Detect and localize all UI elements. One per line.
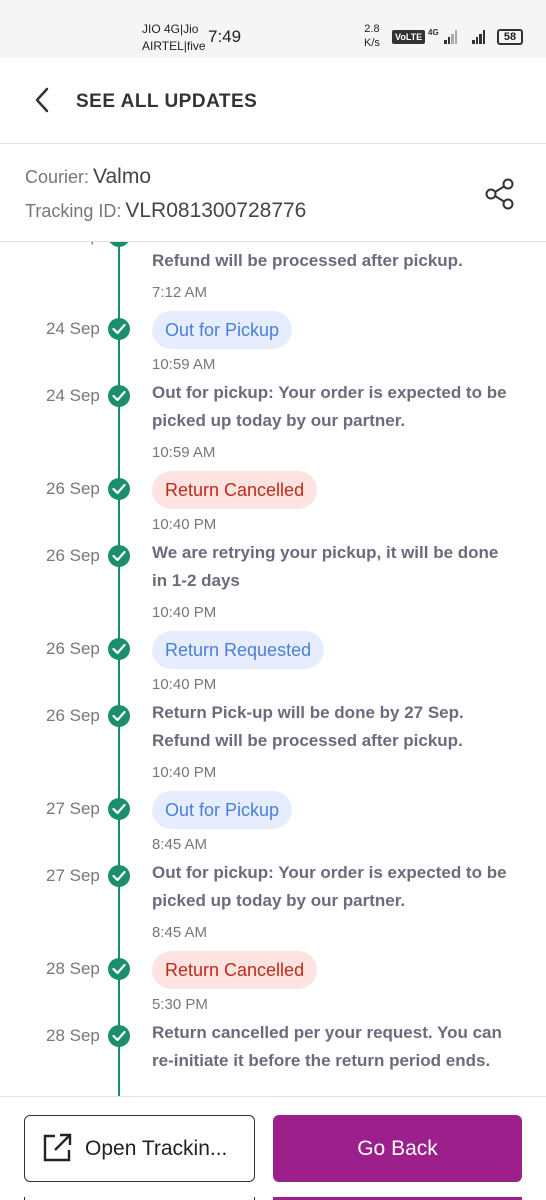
- status-bar: JIO 4G|Jio AIRTEL|five 7:49 2.8 K/s VoLT…: [0, 0, 546, 58]
- event-date: 26 Sep: [46, 639, 100, 658]
- event-date: 27 Sep: [46, 799, 100, 818]
- tracking-label: Tracking ID:: [25, 201, 122, 221]
- event-description: Return cancelled per your request. You c…: [152, 1023, 502, 1070]
- event-time: 10:40 PM: [152, 604, 217, 621]
- volte-icon: VoLTE: [392, 30, 426, 44]
- signal-strength-icon: [444, 28, 457, 44]
- status-badge: Return Cancelled: [152, 951, 318, 989]
- chevron-left-icon: [35, 87, 49, 113]
- go-back-button[interactable]: Go Back: [273, 1115, 522, 1182]
- share-button[interactable]: [483, 177, 517, 211]
- carrier-line-2: AIRTEL|five: [142, 39, 206, 53]
- check-circle-icon: [108, 318, 130, 340]
- network-speed-unit: K/s: [364, 37, 380, 49]
- carrier-line-1: JIO 4G|Jio: [142, 22, 199, 36]
- event-description: Return Pick-up will be done by 27 Sep. R…: [152, 703, 464, 750]
- page-title: SEE ALL UPDATES: [76, 91, 258, 112]
- event-date: 27 Sep: [46, 866, 100, 885]
- event-description: Return Pick-up will be done by 26 Sep. R…: [152, 251, 463, 270]
- event-time: 7:12 AM: [152, 284, 208, 301]
- tracking-id: VLR081300728776: [125, 199, 307, 222]
- signal-strength-icon-2: [472, 28, 485, 44]
- courier-name: Valmo: [93, 165, 151, 188]
- event-time: 10:59 AM: [152, 444, 216, 461]
- event-description: Out for pickup: Your order is expected t…: [152, 383, 507, 430]
- check-circle-icon: [108, 478, 130, 500]
- check-circle-icon: [108, 798, 130, 820]
- event-date: 26 Sep: [46, 706, 100, 725]
- event-date: 24 Sep: [46, 386, 100, 405]
- event-time: 10:40 PM: [152, 764, 217, 781]
- event-date: 26 Sep: [46, 479, 100, 498]
- check-circle-icon: [108, 865, 130, 887]
- courier-label: Courier:: [25, 167, 90, 187]
- check-circle-icon: [108, 545, 130, 567]
- app-header: SEE ALL UPDATES: [0, 58, 546, 144]
- event-date: 28 Sep: [46, 959, 100, 978]
- event-description: Out for pickup: Your order is expected t…: [152, 863, 507, 910]
- event-description: We are retrying your pickup, it will be …: [152, 543, 499, 590]
- check-circle-icon: [108, 705, 130, 727]
- event-time: 8:45 AM: [152, 924, 208, 941]
- network-type-icon: 4G: [428, 28, 439, 37]
- open-tracking-label: Open Trackin...: [85, 1137, 228, 1160]
- clock: 7:49: [208, 27, 242, 46]
- carrier-info: JIO 4G|Jio AIRTEL|five: [142, 21, 206, 55]
- external-link-icon: [43, 1133, 72, 1162]
- status-badge: Out for Pickup: [152, 311, 293, 349]
- tracking-row: Tracking ID: VLR081300728776: [25, 199, 306, 223]
- tracking-timeline[interactable]: 24 Sep Return Pick-up will be done by 26 …: [0, 242, 546, 1096]
- status-badge: Return Requested: [152, 631, 325, 669]
- check-circle-icon: [108, 1025, 130, 1047]
- battery-icon: 58: [497, 29, 523, 45]
- check-circle-icon: [108, 385, 130, 407]
- share-icon: [485, 178, 514, 210]
- check-circle-icon: [108, 638, 130, 660]
- event-time: 10:40 PM: [152, 516, 217, 533]
- footer-actions: Open Trackin... Go Back: [0, 1096, 546, 1200]
- event-date: 24 Sep: [46, 242, 108, 246]
- event-time: 5:30 PM: [152, 996, 208, 1013]
- event-time: 10:59 AM: [152, 356, 216, 373]
- open-tracking-button[interactable]: Open Trackin...: [24, 1115, 255, 1182]
- event-time: 10:40 PM: [152, 676, 217, 693]
- check-circle-icon: [108, 958, 130, 980]
- event-date: 24 Sep: [46, 319, 100, 338]
- courier-row: Courier: Valmo: [25, 165, 151, 189]
- event-time: 8:45 AM: [152, 836, 208, 853]
- status-badge: Out for Pickup: [152, 791, 293, 829]
- event-date: 28 Sep: [46, 1026, 100, 1045]
- check-circle-icon: [108, 242, 130, 247]
- event-date: 26 Sep: [46, 546, 100, 565]
- status-badge: Return Cancelled: [152, 471, 318, 509]
- network-speed-value: 2.8: [364, 23, 380, 35]
- back-button[interactable]: [26, 83, 60, 117]
- network-speed: 2.8 K/s: [364, 22, 380, 50]
- courier-info-card: Courier: Valmo Tracking ID: VLR08130072877…: [0, 145, 546, 242]
